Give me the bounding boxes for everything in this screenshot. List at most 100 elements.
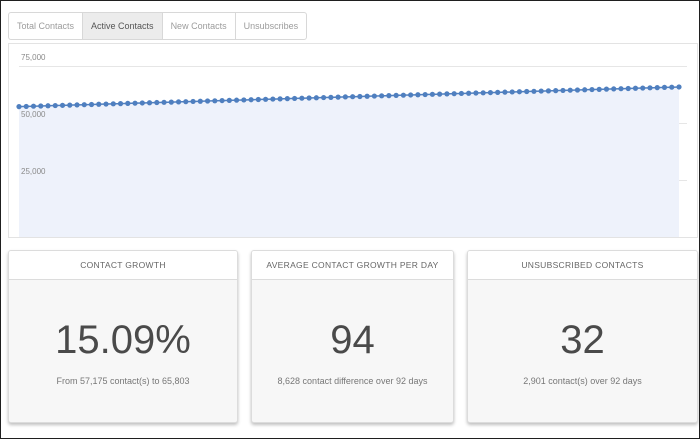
data-point[interactable] [545,88,552,94]
data-point[interactable] [139,100,145,106]
data-point[interactable] [596,86,602,92]
card-header: AVERAGE CONTACT GROWTH PER DAY [252,251,453,280]
contact-tabs: Total Contacts Active Contacts New Conta… [8,12,308,40]
data-point[interactable] [538,88,544,94]
data-point[interactable] [531,88,537,94]
data-point[interactable] [226,97,232,103]
data-point[interactable] [183,99,189,105]
tab-active-contacts[interactable]: Active Contacts [83,13,163,39]
data-point[interactable] [299,95,305,101]
data-point[interactable] [292,95,298,102]
data-point[interactable] [458,90,465,97]
data-point[interactable] [574,87,581,93]
data-point[interactable] [495,89,501,95]
average-growth-card: AVERAGE CONTACT GROWTH PER DAY 94 8,628 … [251,250,454,423]
data-point[interactable] [313,95,319,101]
data-point[interactable] [277,96,283,102]
data-point[interactable] [81,102,87,108]
data-point[interactable] [676,84,682,90]
data-point[interactable] [233,97,240,103]
data-point[interactable] [190,98,196,105]
data-point[interactable] [618,86,624,92]
data-point[interactable] [342,94,348,100]
data-point[interactable] [516,89,523,95]
data-point[interactable] [473,90,479,96]
data-point[interactable] [553,88,559,94]
data-point[interactable] [451,91,457,97]
data-point[interactable] [437,91,443,97]
data-point[interactable] [400,92,406,98]
data-point[interactable] [52,102,58,109]
data-point[interactable] [219,97,225,104]
data-point[interactable] [59,102,66,108]
data-point[interactable] [480,90,486,96]
data-point[interactable] [74,102,80,108]
data-point[interactable] [487,89,494,96]
data-point[interactable] [197,98,203,104]
data-point[interactable] [589,86,595,93]
data-point[interactable] [444,91,450,97]
data-point[interactable] [168,99,174,105]
data-point[interactable] [661,84,668,90]
data-point[interactable] [321,94,327,101]
data-point[interactable] [350,94,356,100]
data-point[interactable] [103,101,109,107]
data-point[interactable] [154,99,160,106]
data-point[interactable] [248,97,254,103]
data-point[interactable] [509,89,515,95]
data-point[interactable] [364,93,370,99]
data-point[interactable] [241,97,247,103]
data-point[interactable] [88,101,95,108]
data-point[interactable] [625,85,631,92]
data-point[interactable] [16,104,22,110]
data-point[interactable] [335,94,341,100]
data-point[interactable] [603,86,610,92]
data-point[interactable] [161,99,167,105]
data-point[interactable] [357,93,363,100]
tab-new-contacts[interactable]: New Contacts [163,13,236,39]
data-point[interactable] [255,96,261,103]
data-point[interactable] [328,94,334,100]
data-point[interactable] [204,98,211,104]
data-point[interactable] [45,103,51,109]
data-point[interactable] [146,100,153,106]
data-point[interactable] [284,96,290,102]
data-point[interactable] [306,95,312,101]
data-point[interactable] [567,87,573,93]
data-point[interactable] [669,84,675,90]
data-point[interactable] [582,87,588,93]
data-point[interactable] [386,93,392,99]
data-point[interactable] [647,85,653,91]
data-point[interactable] [371,93,377,99]
data-point[interactable] [38,103,44,109]
data-point[interactable] [560,87,566,94]
data-point[interactable] [212,98,218,104]
data-point[interactable] [611,86,617,92]
data-point[interactable] [502,89,508,95]
data-point[interactable] [132,100,138,106]
data-point[interactable] [466,90,472,96]
data-point[interactable] [96,101,102,107]
data-point[interactable] [125,100,131,106]
data-point[interactable] [393,92,399,98]
data-point[interactable] [408,92,414,98]
data-point[interactable] [30,103,37,109]
data-point[interactable] [654,85,660,91]
data-point[interactable] [429,91,436,97]
data-point[interactable] [422,91,428,98]
data-point[interactable] [415,92,421,98]
tab-unsubscribes[interactable]: Unsubscribes [236,13,307,39]
card-body: 15.09% From 57,175 contact(s) to 65,803 [9,280,237,422]
data-point[interactable] [270,96,276,102]
data-point[interactable] [379,93,385,99]
tab-total-contacts[interactable]: Total Contacts [9,13,84,39]
data-point[interactable] [262,96,269,102]
data-point[interactable] [23,103,29,110]
data-point[interactable] [640,85,646,91]
data-point[interactable] [117,101,124,107]
data-point[interactable] [524,88,530,95]
data-point[interactable] [632,85,639,91]
data-point[interactable] [175,99,182,105]
data-point[interactable] [67,102,73,108]
data-point[interactable] [110,101,116,107]
